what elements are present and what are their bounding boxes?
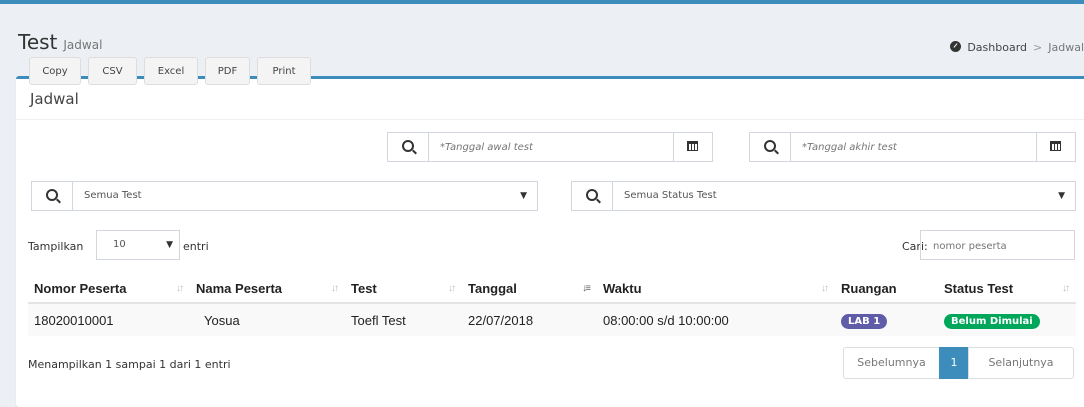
date-end-input[interactable]: [802, 133, 1022, 161]
search-field: [920, 230, 1075, 261]
caret-down-icon: ▼: [520, 191, 527, 201]
table-row: 18020010001 Yosua Toefl Test 22/07/2018 …: [28, 303, 1076, 336]
column-header-label: Waktu: [603, 280, 642, 296]
cell-nomor-peserta: 18020010001: [28, 303, 190, 336]
calendar-icon: [1050, 141, 1061, 151]
cell-nama-peserta: Yosua: [190, 303, 345, 336]
date-end-group: [749, 132, 1076, 162]
search-icon: [46, 189, 58, 201]
caret-down-icon: ▼: [166, 240, 173, 250]
breadcrumb-separator: >: [1033, 41, 1043, 54]
csv-button[interactable]: CSV: [88, 57, 137, 85]
status-select[interactable]: Semua Status Test ▼: [571, 181, 1076, 211]
column-header-label: Status Test: [944, 280, 1014, 296]
column-header-waktu[interactable]: Waktu ↓↑: [597, 274, 835, 304]
cell-ruangan: LAB 1: [835, 303, 938, 336]
status-select-search-addon: [572, 182, 613, 210]
search-icon: [764, 140, 776, 152]
sort-icon: ↓↑: [448, 283, 456, 294]
column-header-test[interactable]: Test ↓↑: [345, 274, 462, 304]
calendar-icon: [687, 141, 698, 151]
pagination-previous[interactable]: Sebelumnya: [843, 347, 940, 379]
dashboard-icon: [950, 41, 962, 52]
cell-tanggal: 22/07/2018: [462, 303, 597, 336]
table-info: Menampilkan 1 sampai 1 dari 1 entri: [28, 358, 231, 371]
page-subtitle: Jadwal: [63, 38, 103, 52]
copy-button[interactable]: Copy: [29, 57, 81, 85]
search-icon: [402, 140, 414, 152]
page-title: Test Jadwal: [18, 30, 102, 54]
length-select[interactable]: 10 ▼: [96, 230, 180, 260]
search-input[interactable]: [931, 231, 1075, 261]
search-icon: [586, 189, 598, 201]
schedule-table: Nomor Peserta ↓↑ Nama Peserta ↓↑ Test ↓↑ Ta…: [28, 274, 1076, 336]
test-select-value: Semua Test: [84, 190, 142, 201]
column-header-label: Nama Peserta: [196, 280, 282, 296]
table-header-row: Nomor Peserta ↓↑ Nama Peserta ↓↑ Test ↓↑ Ta…: [28, 274, 1076, 304]
test-select[interactable]: Semua Test ▼: [31, 181, 538, 211]
breadcrumb-home-link[interactable]: Dashboard: [967, 41, 1027, 54]
date-start-search-addon: [388, 133, 429, 161]
status-badge: Belum Dimulai: [944, 313, 1040, 329]
date-end-search-addon: [750, 133, 791, 161]
pdf-button[interactable]: PDF: [205, 57, 250, 85]
column-header-nama-peserta[interactable]: Nama Peserta ↓↑: [190, 274, 345, 304]
column-header-label: Ruangan: [841, 280, 897, 296]
sort-icon: ↓↑: [821, 283, 829, 294]
excel-button[interactable]: Excel: [144, 57, 198, 85]
column-header-ruangan: Ruangan: [835, 274, 938, 304]
caret-down-icon: ▼: [1058, 191, 1065, 201]
cell-waktu: 08:00:00 s/d 10:00:00: [597, 303, 835, 336]
date-start-calendar-button[interactable]: [673, 133, 712, 161]
sort-icon: ↓↑: [176, 283, 184, 294]
date-end-calendar-button[interactable]: [1036, 133, 1075, 161]
breadcrumb-current: Jadwal: [1048, 41, 1084, 54]
sort-icon: ↓↑: [331, 283, 339, 294]
box-title: Jadwal: [30, 90, 79, 108]
pagination-next[interactable]: Selanjutnya: [968, 347, 1074, 379]
column-header-label: Test: [351, 280, 377, 296]
pagination-page-1[interactable]: 1: [939, 347, 969, 379]
print-button[interactable]: Print: [257, 57, 311, 85]
length-suffix: entri: [183, 240, 209, 253]
cell-test: Toefl Test: [345, 303, 462, 336]
column-header-nomor-peserta[interactable]: Nomor Peserta ↓↑: [28, 274, 190, 304]
sort-active-icon: ↓≡: [582, 283, 591, 294]
sort-icon: ↓↑: [1062, 283, 1070, 294]
length-select-value: 10: [113, 239, 126, 250]
cell-status-test: Belum Dimulai: [938, 303, 1076, 336]
column-header-tanggal[interactable]: Tanggal ↓≡: [462, 274, 597, 304]
pagination: Sebelumnya 1 Selanjutnya: [843, 347, 1074, 379]
page-title-text: Test: [18, 30, 58, 54]
column-header-status-test[interactable]: Status Test ↓↑: [938, 274, 1076, 304]
status-select-value: Semua Status Test: [624, 190, 717, 201]
column-header-label: Nomor Peserta: [34, 280, 127, 296]
length-label: Tampilkan: [28, 240, 84, 253]
room-label: LAB 1: [841, 313, 888, 329]
breadcrumb: Dashboard > Jadwal: [950, 41, 1084, 54]
test-select-search-addon: [32, 182, 73, 210]
date-start-input[interactable]: [440, 133, 660, 161]
column-header-label: Tanggal: [468, 280, 517, 296]
date-start-group: [387, 132, 713, 162]
